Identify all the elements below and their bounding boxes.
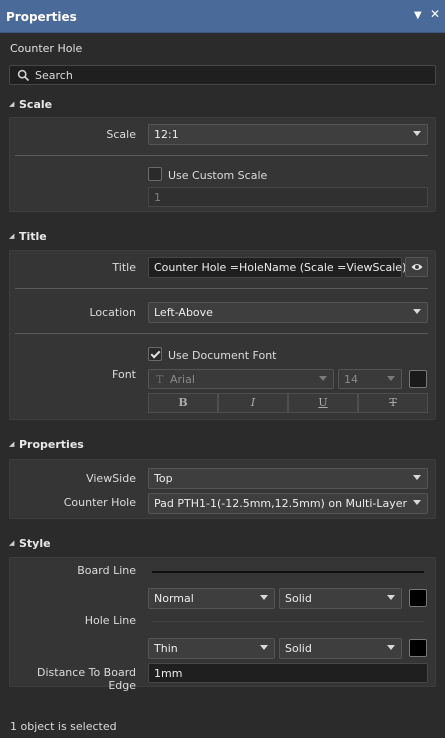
board-line-label: Board Line [77,564,136,577]
chevron-down-icon [387,376,395,381]
chevron-down-icon [413,131,421,136]
title-input-value: Counter Hole =HoleName (Scale =ViewScale… [154,261,407,274]
panel-menu-dropdown-icon[interactable]: ▼ [414,11,422,21]
viewside-label: ViewSide [86,472,136,485]
title-label: Title [112,261,136,274]
distance-to-board-edge-value: 1mm [154,667,183,680]
divider [15,288,428,289]
custom-scale-value: 1 [154,191,161,204]
board-line-style-value: Solid [285,592,312,605]
custom-scale-input[interactable]: 1 [148,187,428,207]
collapse-arrow-icon: ◢ [9,100,15,108]
counter-hole-dropdown[interactable]: Pad PTH1-1(-12.5mm,12.5mm) on Multi-Laye… [148,493,428,514]
bold-button[interactable]: B [148,393,218,413]
collapse-arrow-icon: ◢ [9,232,15,240]
status-text: 1 object is selected [10,720,117,733]
location-dropdown-value: Left-Above [154,306,213,319]
hole-line-weight-dropdown[interactable]: Thin [148,638,275,659]
hole-line-color-swatch[interactable] [409,639,427,657]
panel-title-bar: Properties ▼ ✕ [0,0,445,33]
hole-line-style-dropdown[interactable]: Solid [279,638,402,659]
hole-line-style-value: Solid [285,642,312,655]
chevron-down-icon [387,595,395,600]
counter-hole-dropdown-value: Pad PTH1-1(-12.5mm,12.5mm) on Multi-Laye… [154,497,408,510]
chevron-down-icon [319,376,327,381]
font-name-dropdown[interactable]: T Arial [148,369,334,389]
section-title-properties: Properties [19,438,84,451]
viewside-dropdown[interactable]: Top [148,468,428,489]
location-dropdown[interactable]: Left-Above [148,302,428,323]
panel-title: Properties [6,10,77,24]
chevron-down-icon [413,500,421,505]
font-size-dropdown[interactable]: 14 [338,369,402,389]
location-label: Location [89,306,136,319]
viewside-dropdown-value: Top [154,472,173,485]
use-document-font-checkbox[interactable] [148,347,162,361]
section-header-title[interactable]: ◢ Title [0,228,445,246]
section-title-scale: Scale [19,98,53,111]
section-title-title: Title [19,230,47,243]
font-size-value: 14 [344,373,358,386]
counter-hole-label: Counter Hole [63,496,136,509]
use-custom-scale-checkbox[interactable] [148,167,162,181]
use-document-font-label: Use Document Font [168,349,277,362]
hole-line-weight-value: Thin [154,642,178,655]
chevron-down-icon [413,309,421,314]
chevron-down-icon [260,645,268,650]
search-icon [17,69,30,82]
distance-to-board-edge-input[interactable]: 1mm [148,663,428,683]
divider [15,155,428,156]
underline-button[interactable]: U [288,393,358,413]
section-title-style: Style [19,537,51,550]
search-input[interactable]: Search [9,65,436,85]
hole-line-label: Hole Line [84,614,136,627]
search-placeholder: Search [35,69,73,82]
title-visibility-button[interactable] [405,257,428,277]
strikethrough-button[interactable]: T [358,393,428,413]
eye-icon [411,264,423,270]
title-input[interactable]: Counter Hole =HoleName (Scale =ViewScale… [148,257,406,278]
font-label: Font [112,368,136,381]
board-line-weight-dropdown[interactable]: Normal [148,588,275,609]
chevron-down-icon [413,475,421,480]
board-line-color-swatch[interactable] [409,589,427,607]
object-type-label: Counter Hole [10,42,83,55]
scale-dropdown[interactable]: 12:1 [148,124,428,145]
board-line-preview [152,571,424,573]
section-header-properties[interactable]: ◢ Properties [0,436,445,454]
scale-label: Scale [106,128,136,141]
collapse-arrow-icon: ◢ [9,440,15,448]
font-name-value: Arial [170,373,195,386]
section-header-scale[interactable]: ◢ Scale [0,96,445,114]
chevron-down-icon [260,595,268,600]
chevron-down-icon [387,645,395,650]
board-line-weight-value: Normal [154,592,194,605]
section-header-style[interactable]: ◢ Style [0,535,445,553]
font-type-icon: T [156,373,164,386]
close-icon[interactable]: ✕ [430,8,440,20]
scale-dropdown-value: 12:1 [154,128,179,141]
use-custom-scale-label: Use Custom Scale [168,169,268,182]
board-line-style-dropdown[interactable]: Solid [279,588,402,609]
collapse-arrow-icon: ◢ [9,539,15,547]
italic-button[interactable]: I [218,393,288,413]
hole-line-preview [152,621,424,622]
font-color-swatch[interactable] [409,370,427,388]
divider [15,333,428,334]
distance-to-board-edge-label: Distance To Board Edge [37,666,136,692]
